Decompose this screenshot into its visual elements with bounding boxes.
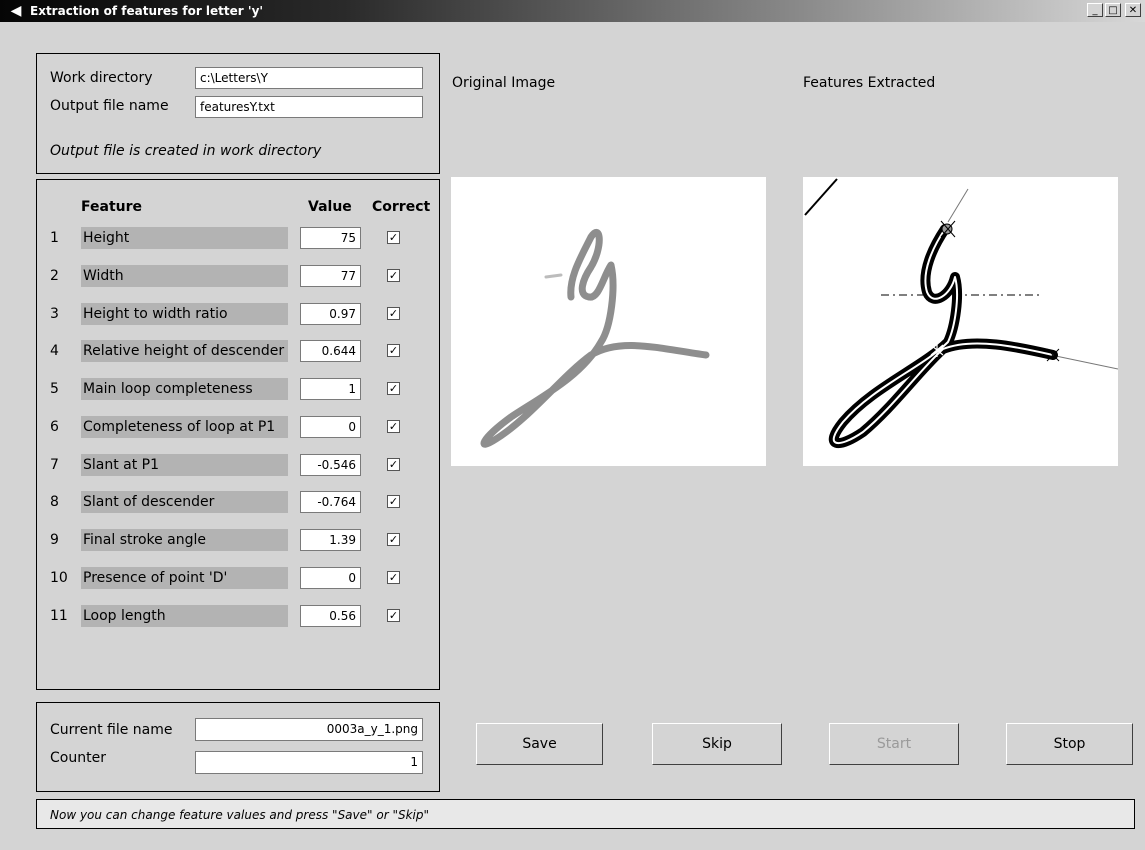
work-directory-input[interactable]: c:\Letters\Y	[195, 67, 423, 89]
feature-row: 11 Loop length 0.56 ✓	[37, 605, 439, 627]
feature-row: 1 Height 75 ✓	[37, 227, 439, 249]
feature-value-input[interactable]: 0	[300, 567, 361, 589]
feature-value-input[interactable]: -0.764	[300, 491, 361, 513]
output-file-input[interactable]: featuresY.txt	[195, 96, 423, 118]
features-panel: Feature Value Correct 1 Height 75 ✓ 2 Width 77…	[36, 179, 440, 690]
feature-row: 4 Relative height of descender 0.644 ✓	[37, 340, 439, 362]
feature-name: Height	[81, 227, 288, 249]
feature-number: 10	[50, 570, 68, 586]
feature-number: 6	[50, 419, 59, 435]
stop-button[interactable]: Stop	[1006, 723, 1133, 765]
start-button[interactable]: Start	[829, 723, 959, 765]
settings-panel: Work directory c:\Letters\Y Output file …	[36, 53, 440, 174]
minimize-icon[interactable]: _	[1087, 3, 1103, 17]
correct-checkbox[interactable]: ✓	[387, 533, 400, 546]
feature-header: Feature	[81, 199, 142, 215]
feature-value-input[interactable]: 0.56	[300, 605, 361, 627]
features-extracted-image	[803, 177, 1119, 466]
feature-row: 2 Width 77 ✓	[37, 265, 439, 287]
feature-overlay-drawing	[804, 178, 1119, 449]
feature-number: 11	[50, 608, 68, 624]
counter-input[interactable]: 1	[195, 751, 423, 774]
feature-name: Main loop completeness	[81, 378, 288, 400]
correct-checkbox[interactable]: ✓	[387, 344, 400, 357]
feature-value-input[interactable]: 1	[300, 378, 361, 400]
correct-checkbox[interactable]: ✓	[387, 420, 400, 433]
feature-row: 3 Height to width ratio 0.97 ✓	[37, 303, 439, 325]
feature-row: 6 Completeness of loop at P1 0 ✓	[37, 416, 439, 438]
correct-checkbox[interactable]: ✓	[387, 571, 400, 584]
feature-number: 9	[50, 532, 59, 548]
correct-header: Correct	[372, 199, 431, 215]
correct-checkbox[interactable]: ✓	[387, 458, 400, 471]
counter-label: Counter	[50, 750, 106, 766]
correct-checkbox[interactable]: ✓	[387, 307, 400, 320]
feature-number: 8	[50, 494, 59, 510]
feature-name: Completeness of loop at P1	[81, 416, 288, 438]
feature-name: Final stroke angle	[81, 529, 288, 551]
feature-number: 1	[50, 230, 59, 246]
feature-value-input[interactable]: 0	[300, 416, 361, 438]
feature-number: 7	[50, 457, 59, 473]
feature-row: 9 Final stroke angle 1.39 ✓	[37, 529, 439, 551]
matlab-figure-icon: ◀	[10, 3, 22, 19]
maximize-icon[interactable]: □	[1105, 3, 1121, 17]
status-message: Now you can change feature values and pr…	[50, 808, 430, 822]
feature-name: Slant of descender	[81, 491, 288, 513]
original-image	[451, 177, 766, 466]
feature-name: Width	[81, 265, 288, 287]
close-icon[interactable]: ✕	[1125, 3, 1141, 17]
feature-value-input[interactable]: 0.97	[300, 303, 361, 325]
window-title: Extraction of features for letter 'y'	[30, 4, 264, 18]
feature-number: 5	[50, 381, 59, 397]
original-image-label: Original Image	[452, 75, 556, 91]
feature-number: 4	[50, 343, 59, 359]
feature-value-input[interactable]: -0.546	[300, 454, 361, 476]
current-file-label: Current file name	[50, 722, 173, 738]
correct-checkbox[interactable]: ✓	[387, 231, 400, 244]
save-button[interactable]: Save	[476, 723, 603, 765]
skip-button[interactable]: Skip	[652, 723, 782, 765]
work-directory-label: Work directory	[50, 70, 153, 86]
feature-value-input[interactable]: 75	[300, 227, 361, 249]
correct-checkbox[interactable]: ✓	[387, 609, 400, 622]
feature-name: Relative height of descender	[81, 340, 288, 362]
handwritten-y-image	[480, 228, 710, 448]
output-note: Output file is created in work directory	[50, 143, 322, 159]
current-file-input[interactable]: 0003a_y_1.png	[195, 718, 423, 741]
value-header: Value	[308, 199, 352, 215]
correct-checkbox[interactable]: ✓	[387, 382, 400, 395]
feature-row: 10 Presence of point 'D' 0 ✓	[37, 567, 439, 589]
correct-checkbox[interactable]: ✓	[387, 495, 400, 508]
feature-row: 7 Slant at P1 -0.546 ✓	[37, 454, 439, 476]
status-bar: Now you can change feature values and pr…	[36, 799, 1135, 829]
feature-number: 3	[50, 306, 59, 322]
feature-row: 8 Slant of descender -0.764 ✓	[37, 491, 439, 513]
feature-name: Slant at P1	[81, 454, 288, 476]
feature-value-input[interactable]: 0.644	[300, 340, 361, 362]
correct-checkbox[interactable]: ✓	[387, 269, 400, 282]
title-bar: ◀ Extraction of features for letter 'y' …	[0, 0, 1145, 22]
file-info-panel: Current file name 0003a_y_1.png Counter …	[36, 702, 440, 792]
feature-name: Loop length	[81, 605, 288, 627]
feature-number: 2	[50, 268, 59, 284]
feature-value-input[interactable]: 1.39	[300, 529, 361, 551]
feature-row: 5 Main loop completeness 1 ✓	[37, 378, 439, 400]
feature-value-input[interactable]: 77	[300, 265, 361, 287]
feature-name: Presence of point 'D'	[81, 567, 288, 589]
feature-name: Height to width ratio	[81, 303, 288, 325]
output-file-label: Output file name	[50, 98, 169, 114]
features-extracted-label: Features Extracted	[803, 75, 936, 91]
